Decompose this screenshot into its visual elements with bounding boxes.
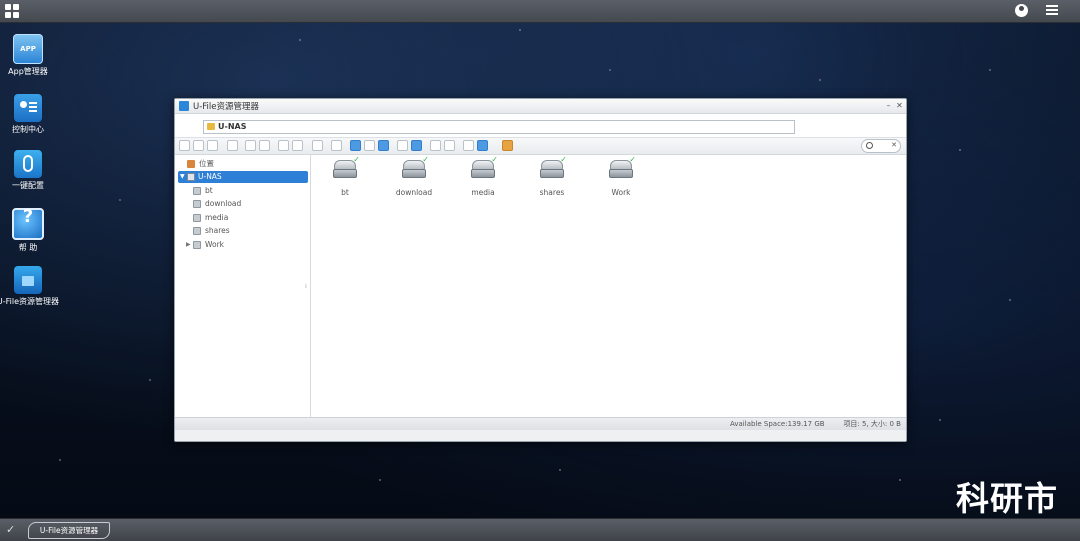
file-grid: ✓ bt ✓ download ✓ media ✓ shares ✓ Work (311, 155, 906, 417)
folder-icon (207, 123, 215, 130)
taskbar-item-ufile[interactable]: U-File资源管理器 (28, 522, 110, 539)
share-folder-icon (193, 214, 201, 222)
settings-button[interactable] (444, 140, 455, 151)
desktop-icon-control-center[interactable]: 控制中心 (0, 94, 63, 135)
user-icon[interactable] (1015, 4, 1028, 17)
top-bar (0, 0, 1080, 23)
shared-drive-icon: ✓ (401, 156, 429, 180)
desktop-icon-label: 帮 助 (18, 243, 38, 252)
desktop-icon-help[interactable]: 帮 助 (0, 208, 63, 253)
copy-button[interactable] (245, 140, 256, 151)
save-button[interactable] (259, 140, 270, 151)
shared-drive-icon: ✓ (470, 156, 498, 180)
file-name: bt (341, 188, 349, 197)
file-item-bt[interactable]: ✓ bt (313, 156, 377, 197)
search-icon (866, 142, 873, 149)
file-item-download[interactable]: ✓ download (382, 156, 446, 198)
back-button[interactable] (179, 140, 190, 151)
tree-item-bt[interactable]: bt (175, 185, 309, 197)
mouse-icon (14, 150, 42, 178)
new-button[interactable] (312, 140, 323, 151)
path-text: U-NAS (218, 122, 247, 131)
up-button[interactable] (207, 140, 218, 151)
preview-button[interactable] (397, 140, 408, 151)
file-item-shares[interactable]: ✓ shares (520, 156, 584, 198)
desktop-icon-label: 一键配置 (12, 181, 44, 190)
item-count: 项目: 5, 大小: 0 B (843, 420, 901, 428)
close-button[interactable]: ✕ (895, 101, 904, 110)
file-name: Work (611, 188, 631, 197)
available-space: Available Space:139.17 GB (730, 420, 825, 428)
icon-view-button[interactable] (350, 140, 361, 151)
desktop-icon-ufile[interactable]: U-File资源管理器 (0, 266, 63, 307)
search-box[interactable]: ✕ (861, 139, 901, 153)
tree-location-header: 位置 (175, 158, 309, 170)
share-folder-icon (193, 200, 201, 208)
app-manager-icon (13, 34, 43, 64)
details-button[interactable] (430, 140, 441, 151)
expand-arrow-icon[interactable]: ▶ (186, 239, 191, 251)
apps-grid-icon[interactable] (5, 4, 19, 18)
forward-button[interactable] (193, 140, 204, 151)
properties-button[interactable] (331, 140, 342, 151)
minimize-button[interactable]: – (884, 101, 893, 110)
desktop-icon-label: U-File资源管理器 (0, 297, 60, 306)
redo-button[interactable] (292, 140, 303, 151)
shared-drive-icon: ✓ (332, 156, 360, 180)
list-view-button[interactable] (364, 140, 375, 151)
desktop-icon-label: App管理器 (8, 67, 48, 76)
window-title: U-File资源管理器 (193, 102, 260, 112)
window-footer (175, 430, 906, 441)
share-folder-icon (193, 187, 201, 195)
archive-button[interactable] (502, 140, 513, 151)
undo-button[interactable] (278, 140, 289, 151)
desktop-icon-one-click-config[interactable]: 一键配置 (0, 150, 63, 191)
clear-search-icon[interactable]: ✕ (891, 140, 897, 151)
taskbar: ✓ U-File资源管理器 (0, 518, 1080, 541)
file-manager-window: U-File资源管理器 – ✕ U-NAS ✕ 位置 ▼ U-NAS bt do… (174, 98, 907, 442)
share-button[interactable] (463, 140, 474, 151)
folder-tree: 位置 ▼ U-NAS bt download media shares ▶ Wo… (175, 155, 311, 417)
share-folder-icon (193, 227, 201, 235)
shared-drive-icon: ✓ (608, 156, 636, 180)
control-center-icon (14, 94, 42, 122)
help-button[interactable] (477, 140, 488, 151)
file-item-work[interactable]: ✓ Work (589, 156, 653, 197)
status-bar: Available Space:139.17 GB 项目: 5, 大小: 0 B (175, 417, 906, 430)
path-bar[interactable]: U-NAS (203, 120, 795, 134)
ufile-logo-icon (179, 101, 189, 111)
toolbar: ✕ (175, 137, 906, 155)
share-folder-icon (193, 241, 201, 249)
tree-item-work[interactable]: ▶ Work (175, 239, 309, 251)
file-name: download (395, 188, 433, 197)
start-menu-icon[interactable]: ✓ (6, 524, 19, 536)
help-icon (12, 208, 44, 240)
location-icon (187, 160, 195, 168)
watermark-text: 科研市 (956, 479, 1058, 518)
info-button[interactable] (411, 140, 422, 151)
file-name: shares (539, 188, 565, 197)
tree-item-download[interactable]: download (175, 198, 309, 210)
tree-item-media[interactable]: media (175, 212, 309, 224)
desktop-icon-label: 控制中心 (12, 125, 44, 134)
splitter-handle[interactable]: ⁞ (305, 283, 307, 290)
tree-view-button[interactable] (378, 140, 389, 151)
tree-item-shares[interactable]: shares (175, 225, 309, 237)
print-button[interactable] (227, 140, 238, 151)
shared-drive-icon: ✓ (539, 156, 567, 180)
desktop-icon-app-manager[interactable]: App管理器 (0, 34, 63, 77)
expand-arrow-icon[interactable]: ▼ (180, 171, 185, 183)
tree-item-root[interactable]: ▼ U-NAS (178, 171, 308, 183)
file-item-media[interactable]: ✓ media (451, 156, 515, 197)
nas-icon (187, 173, 195, 181)
window-titlebar[interactable]: U-File资源管理器 – ✕ (175, 99, 906, 114)
file-name: media (471, 188, 495, 197)
menu-list-icon[interactable] (1046, 5, 1058, 17)
ufile-icon (14, 266, 42, 294)
